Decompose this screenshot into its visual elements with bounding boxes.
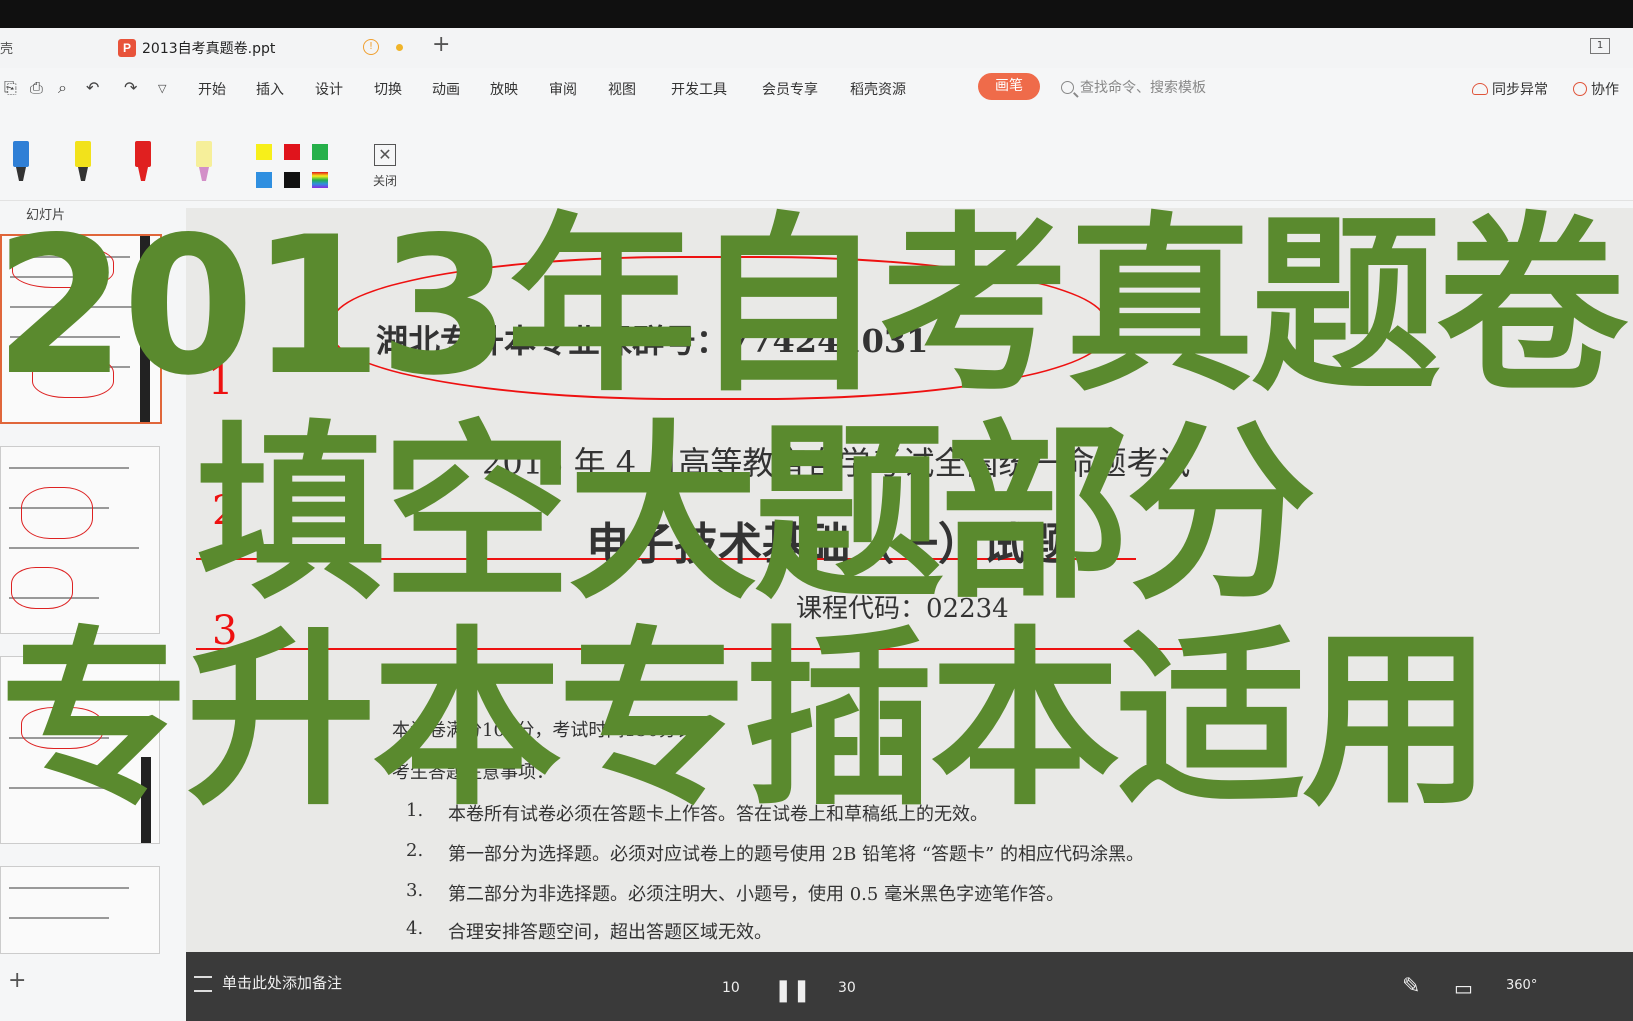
menu-animation[interactable]: 动画 bbox=[432, 79, 460, 99]
slide-thumbnail-4[interactable] bbox=[0, 866, 160, 954]
tab-pen-active[interactable]: 画笔 bbox=[978, 73, 1040, 100]
draw-pen-icon[interactable]: ✎ bbox=[1402, 974, 1420, 999]
print-icon[interactable]: ⎙ bbox=[30, 78, 43, 98]
add-slide-plus-icon[interactable]: + bbox=[8, 968, 26, 993]
overlay-title-line-1: 2013年自考真题卷 bbox=[0, 196, 1627, 417]
close-pen-label: 关闭 bbox=[373, 174, 398, 188]
document-tab-title: 2013自考真题卷.ppt bbox=[142, 41, 276, 57]
ballpoint-pen-blue-icon[interactable] bbox=[10, 141, 32, 185]
unsaved-dot-icon bbox=[396, 44, 403, 51]
menu-design[interactable]: 设计 bbox=[315, 79, 343, 99]
note-number-4: 4. bbox=[406, 918, 424, 939]
note-number-2: 2. bbox=[406, 840, 424, 861]
notes-icon bbox=[194, 976, 212, 992]
forward-30-icon[interactable]: 30 bbox=[838, 980, 856, 996]
color-swatch-red[interactable] bbox=[284, 144, 300, 160]
note-text-3: 第二部分为非选择题。必须注明大、小题号，使用 0.5 毫米黑色字迹笔作答。 bbox=[448, 884, 1065, 905]
note-number-3: 3. bbox=[406, 880, 424, 901]
note-text-4: 合理安排答题空间，超出答题区域无效。 bbox=[448, 922, 772, 943]
sync-status-label: 同步异常 bbox=[1492, 82, 1548, 98]
undo-icon[interactable]: ↶ bbox=[86, 78, 99, 97]
pen-toolbar: ✕ 关闭 bbox=[0, 108, 1633, 201]
marker-red-icon[interactable] bbox=[132, 141, 154, 185]
collaborate-button[interactable]: 协作 bbox=[1573, 79, 1619, 99]
menu-member[interactable]: 会员专享 bbox=[762, 79, 818, 99]
menu-home[interactable]: 开始 bbox=[198, 79, 226, 99]
user-icon bbox=[1573, 82, 1587, 96]
quick-access-dropdown-icon[interactable]: ▽ bbox=[158, 82, 166, 95]
notes-bar: 单击此处添加备注 10 ❚❚ 30 ✎ ▭ 360° bbox=[186, 952, 1633, 1021]
warning-icon[interactable]: ! bbox=[363, 39, 379, 55]
rewind-10-icon[interactable]: 10 bbox=[722, 980, 740, 996]
close-pen-button[interactable]: ✕ 关闭 bbox=[373, 144, 397, 189]
search-placeholder: 查找命令、搜索模板 bbox=[1080, 80, 1206, 96]
menu-developer[interactable]: 开发工具 bbox=[671, 79, 727, 99]
document-tab[interactable]: P 2013自考真题卷.ppt bbox=[118, 34, 275, 62]
note-text-2: 第一部分为选择题。必须对应试卷上的题号使用 2B 铅笔将 “答题卡” 的相应代码… bbox=[448, 844, 1144, 865]
color-swatch-blue[interactable] bbox=[256, 172, 272, 188]
menu-docer[interactable]: 稻壳资源 bbox=[850, 79, 906, 99]
overlay-title-line-3: 专升本专插本适用 bbox=[0, 610, 1492, 831]
menu-review[interactable]: 审阅 bbox=[549, 79, 577, 99]
picture-in-picture-icon[interactable]: ▭ bbox=[1454, 976, 1473, 1000]
save-icon[interactable]: ⎘ bbox=[4, 78, 17, 98]
vr-360-icon[interactable]: 360° bbox=[1506, 978, 1537, 993]
menu-transition[interactable]: 切换 bbox=[374, 79, 402, 99]
app-tab-label[interactable]: 壳 bbox=[0, 38, 13, 57]
close-icon: ✕ bbox=[374, 144, 396, 166]
cloud-sync-icon bbox=[1472, 83, 1488, 95]
video-top-black-bar bbox=[0, 0, 1633, 28]
color-swatch-black[interactable] bbox=[284, 172, 300, 188]
menu-view[interactable]: 视图 bbox=[608, 79, 636, 99]
highlighter-yellow-icon[interactable] bbox=[72, 141, 94, 185]
window-count-button[interactable]: 1 bbox=[1590, 38, 1610, 54]
overlay-title-line-2: 填空大题部分 bbox=[196, 404, 1316, 625]
ppt-file-icon: P bbox=[118, 39, 136, 57]
ribbon-menu: ⎘ ⎙ ⌕ ↶ ↷ ▽ 开始 插入 设计 切换 动画 放映 审阅 视图 开发工具… bbox=[0, 68, 1633, 108]
pause-icon[interactable]: ❚❚ bbox=[774, 978, 811, 1003]
command-search[interactable]: 查找命令、搜索模板 bbox=[1061, 77, 1206, 97]
color-swatch-more[interactable] bbox=[312, 172, 328, 188]
redo-icon[interactable]: ↷ bbox=[124, 78, 137, 97]
new-tab-plus-icon[interactable]: + bbox=[432, 32, 450, 57]
menu-slideshow[interactable]: 放映 bbox=[490, 79, 518, 99]
sync-status-button[interactable]: 同步异常 bbox=[1472, 79, 1548, 99]
color-swatch-yellow[interactable] bbox=[256, 144, 272, 160]
search-icon bbox=[1061, 80, 1074, 94]
tab-bar: 壳 P 2013自考真题卷.ppt ! + 1 bbox=[0, 28, 1633, 68]
notes-placeholder[interactable]: 单击此处添加备注 bbox=[222, 972, 342, 993]
color-swatch-green[interactable] bbox=[312, 144, 328, 160]
menu-insert[interactable]: 插入 bbox=[256, 79, 284, 99]
collaborate-label: 协作 bbox=[1591, 82, 1619, 98]
slide-thumbnail-2[interactable] bbox=[0, 446, 160, 634]
print-preview-icon[interactable]: ⌕ bbox=[58, 78, 67, 98]
eraser-pen-icon[interactable] bbox=[193, 141, 215, 185]
